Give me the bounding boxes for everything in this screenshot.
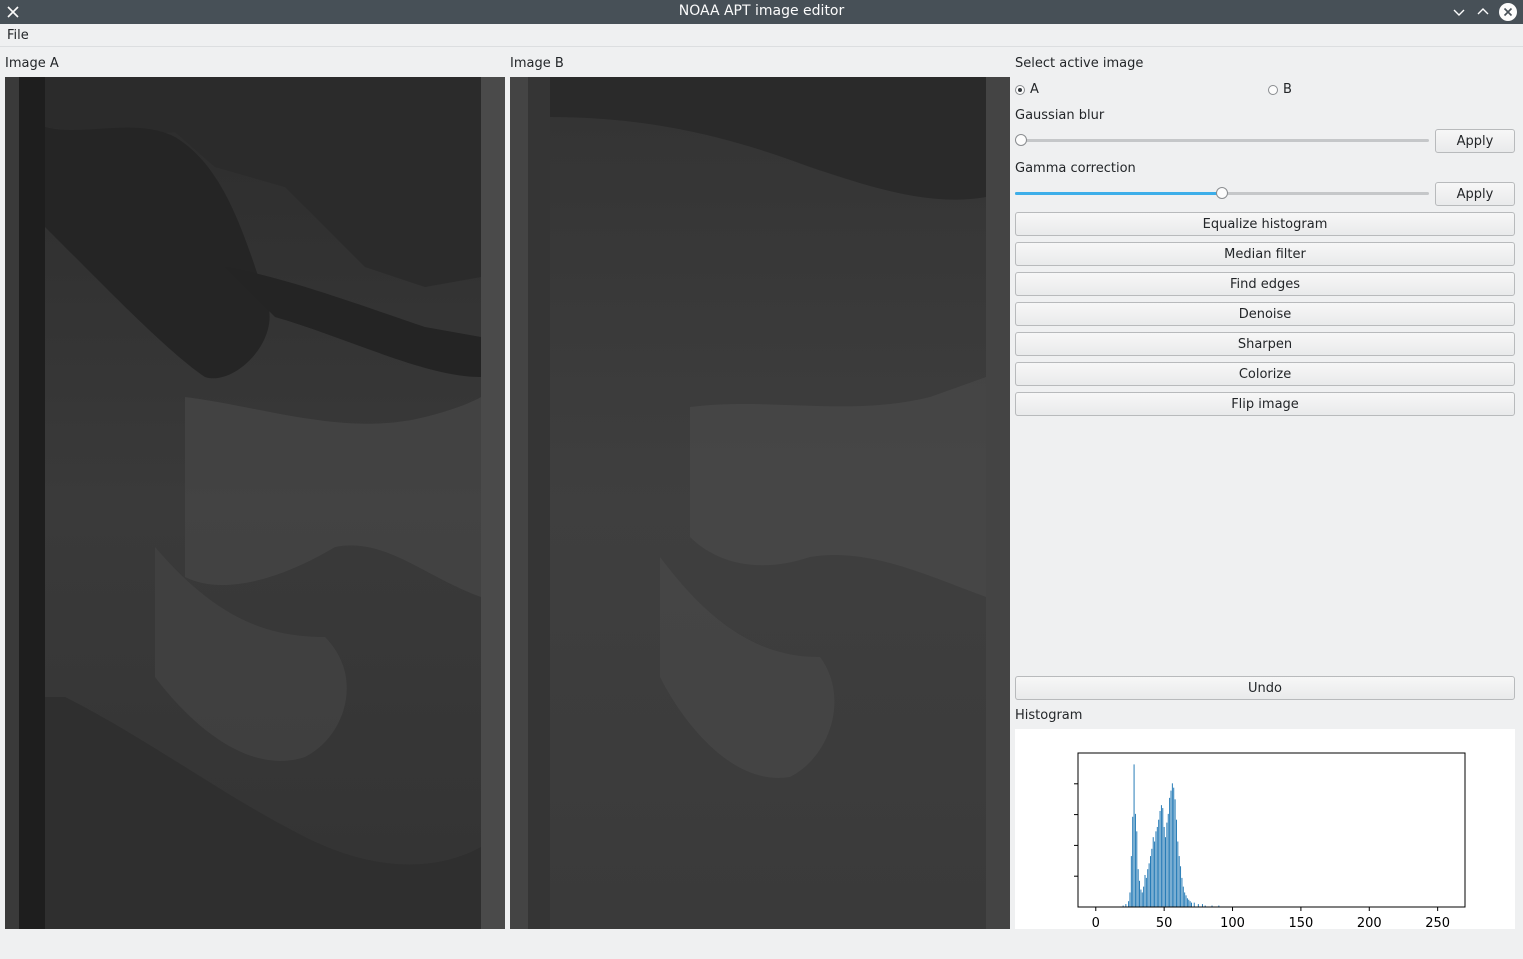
histogram-bar — [1151, 848, 1153, 907]
histogram-bar — [1132, 816, 1134, 907]
histogram-bar — [1158, 819, 1160, 907]
close-window-icon[interactable] — [1497, 0, 1519, 24]
histogram-bar — [1144, 874, 1146, 907]
histogram-bar — [1193, 902, 1195, 907]
radio-a-label: A — [1030, 82, 1039, 97]
histogram-frame — [1077, 752, 1466, 908]
minimize-icon[interactable] — [1448, 0, 1470, 24]
histogram-bar — [1189, 901, 1191, 907]
radio-indicator — [1268, 84, 1278, 95]
maximize-icon[interactable] — [1472, 0, 1494, 24]
median-filter-button[interactable]: Median filter — [1015, 242, 1515, 266]
x-tick-label: 100 — [1220, 916, 1245, 929]
title-bar: NOAA APT image editor — [0, 0, 1523, 24]
x-tick-label: 0 — [1092, 916, 1100, 929]
histogram-bar — [1148, 863, 1150, 907]
sharpen-button[interactable]: Sharpen — [1015, 332, 1515, 356]
histogram-bar — [1175, 819, 1177, 907]
histogram-bar — [1145, 877, 1147, 907]
histogram-bar — [1170, 790, 1172, 907]
histogram-bar — [1133, 764, 1135, 907]
image-b-label: Image B — [510, 56, 564, 71]
histogram-bar — [1188, 899, 1190, 907]
histogram-bar — [1141, 892, 1143, 907]
histogram-bar — [1174, 799, 1176, 907]
histogram-bar — [1180, 866, 1182, 907]
window-title: NOAA APT image editor — [678, 3, 845, 19]
histogram-bar — [1186, 898, 1188, 907]
histogram-bar — [1169, 797, 1171, 907]
colorize-button[interactable]: Colorize — [1015, 362, 1515, 386]
histogram-bar — [1147, 869, 1149, 907]
gaussian-blur-slider[interactable] — [1015, 133, 1429, 147]
histogram-bar — [1177, 841, 1179, 907]
image-b-view[interactable] — [510, 77, 1010, 929]
image-a-view[interactable] — [5, 77, 505, 929]
denoise-button[interactable]: Denoise — [1015, 302, 1515, 326]
histogram-bar — [1137, 869, 1139, 907]
histogram-bar — [1140, 889, 1142, 907]
x-tick-label: 200 — [1357, 916, 1382, 929]
radio-image-a[interactable]: A — [1015, 82, 1039, 97]
histogram-bar — [1143, 886, 1145, 907]
histogram-bar — [1130, 856, 1132, 907]
x-tick-label: 250 — [1425, 916, 1450, 929]
undo-button[interactable]: Undo — [1015, 676, 1515, 700]
histogram-bar — [1134, 813, 1136, 907]
menu-file[interactable]: File — [7, 28, 29, 43]
histogram-bar — [1152, 837, 1154, 907]
gamma-correction-label: Gamma correction — [1015, 161, 1136, 176]
flip-image-button[interactable]: Flip image — [1015, 392, 1515, 416]
histogram-bar — [1165, 837, 1166, 907]
histogram-bar — [1167, 813, 1169, 907]
gamma-correction-slider[interactable] — [1015, 186, 1429, 200]
radio-image-b[interactable]: B — [1268, 82, 1292, 97]
equalize-histogram-button[interactable]: Equalize histogram — [1015, 212, 1515, 236]
gaussian-apply-button[interactable]: Apply — [1435, 129, 1515, 153]
histogram-bar — [1171, 783, 1173, 907]
histogram-chart: 0 50 100 150 200 250 — [1015, 729, 1515, 931]
histogram-bar — [1185, 895, 1187, 907]
histogram-bar — [1184, 892, 1186, 907]
x-tick-label: 50 — [1156, 916, 1173, 929]
histogram-bar — [1128, 901, 1130, 907]
histogram-bar — [1156, 826, 1158, 907]
histogram-bar — [1181, 877, 1183, 907]
histogram-bar — [1159, 810, 1161, 907]
histogram-bar — [1191, 902, 1192, 907]
radio-b-label: B — [1283, 82, 1292, 97]
histogram-bar — [1163, 826, 1165, 907]
histogram-bar — [1160, 805, 1162, 907]
histogram-bar — [1178, 856, 1180, 907]
histogram-bar — [1155, 831, 1157, 907]
histogram-svg: 0 50 100 150 200 250 — [1074, 752, 1466, 931]
histogram-bar — [1182, 886, 1184, 907]
image-a-label: Image A — [5, 56, 59, 71]
radio-indicator — [1015, 84, 1025, 95]
histogram-bar — [1162, 808, 1164, 907]
histogram-bar — [1136, 831, 1138, 907]
histogram-label: Histogram — [1015, 708, 1083, 723]
histogram-bar — [1173, 787, 1175, 907]
find-edges-button[interactable]: Find edges — [1015, 272, 1515, 296]
histogram-bar — [1139, 880, 1141, 907]
x-tick-label: 150 — [1288, 916, 1313, 929]
histogram-bar — [1149, 856, 1151, 907]
histogram-bar — [1166, 822, 1168, 907]
histogram-bar — [1154, 841, 1156, 907]
gaussian-blur-label: Gaussian blur — [1015, 108, 1105, 123]
select-active-label: Select active image — [1015, 56, 1144, 71]
histogram-bar — [1129, 892, 1131, 907]
gamma-apply-button[interactable]: Apply — [1435, 182, 1515, 206]
menu-bar: File — [0, 24, 1523, 47]
